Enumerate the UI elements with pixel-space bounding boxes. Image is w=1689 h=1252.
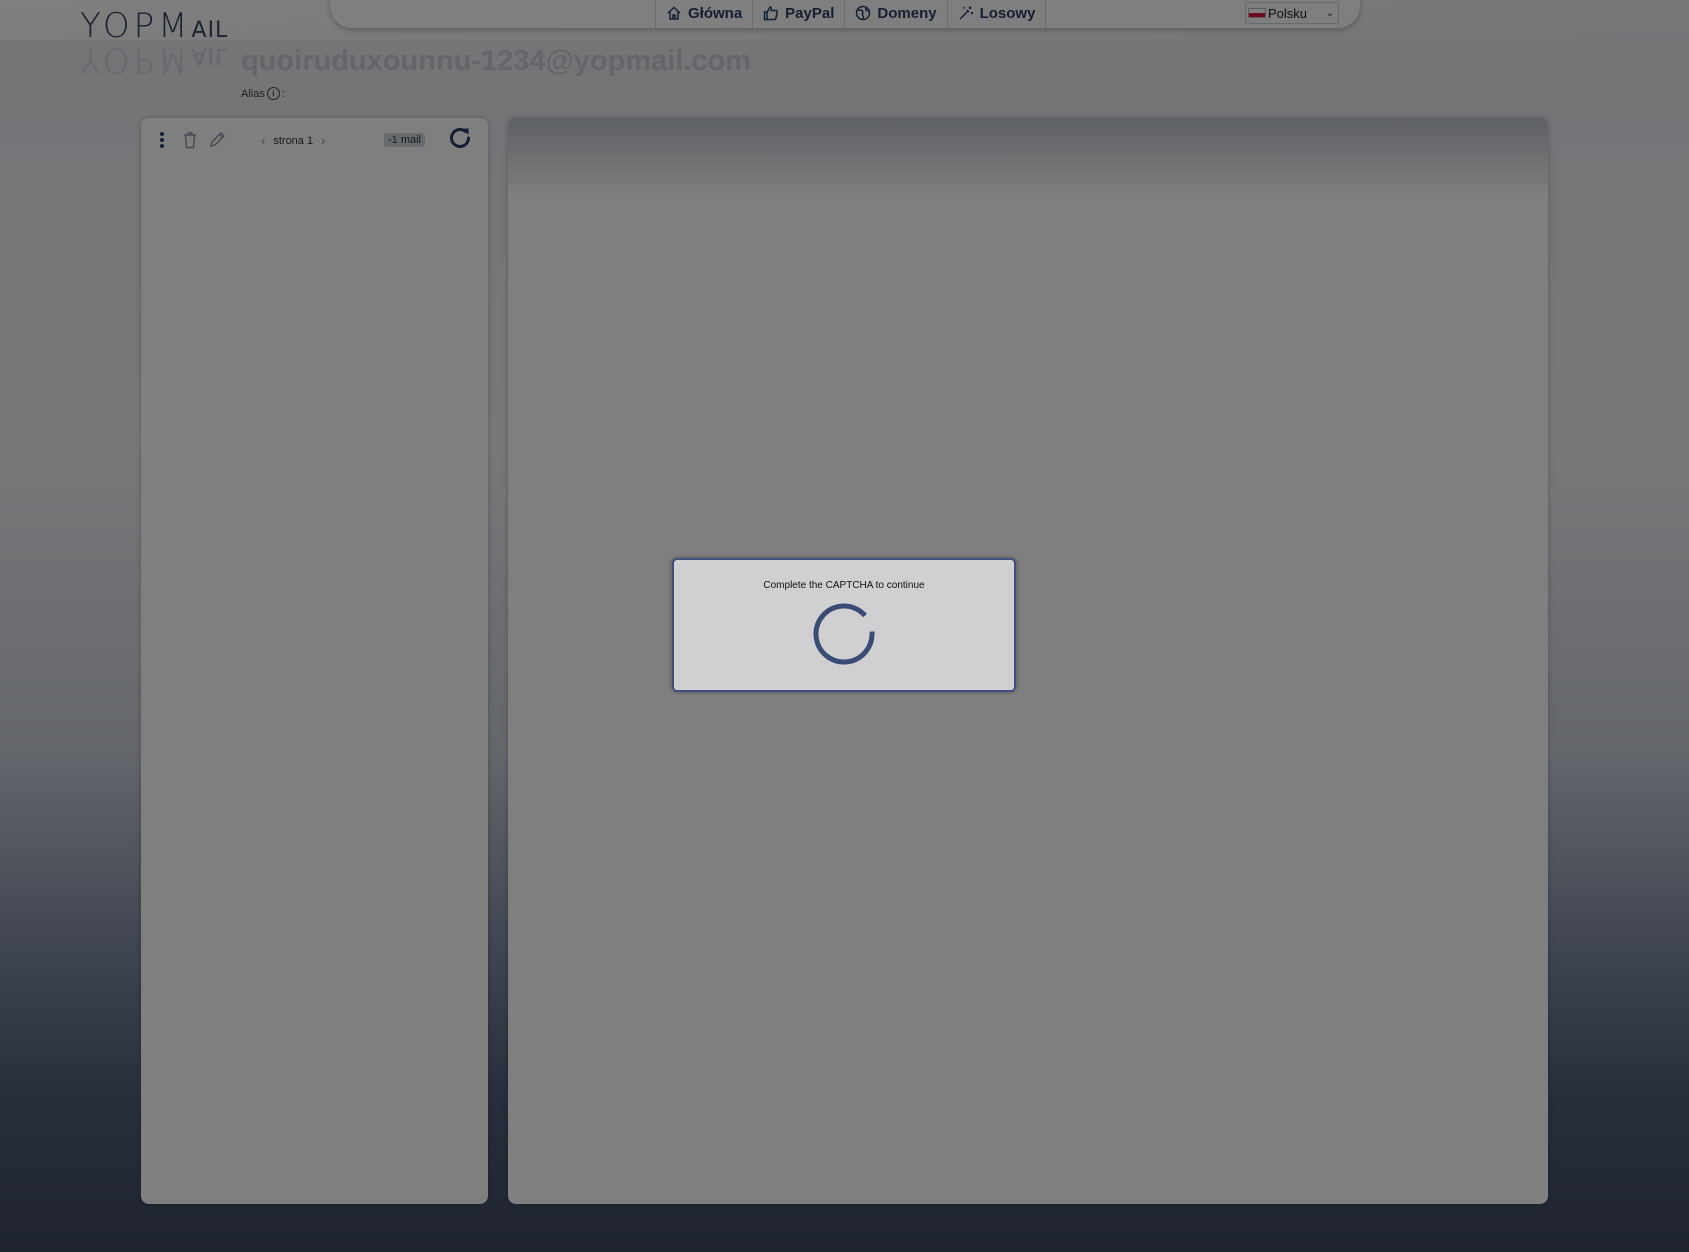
captcha-message: Complete the CAPTCHA to continue (763, 580, 925, 591)
loading-spinner-icon (813, 603, 875, 665)
captcha-dialog: Complete the CAPTCHA to continue (672, 558, 1016, 692)
